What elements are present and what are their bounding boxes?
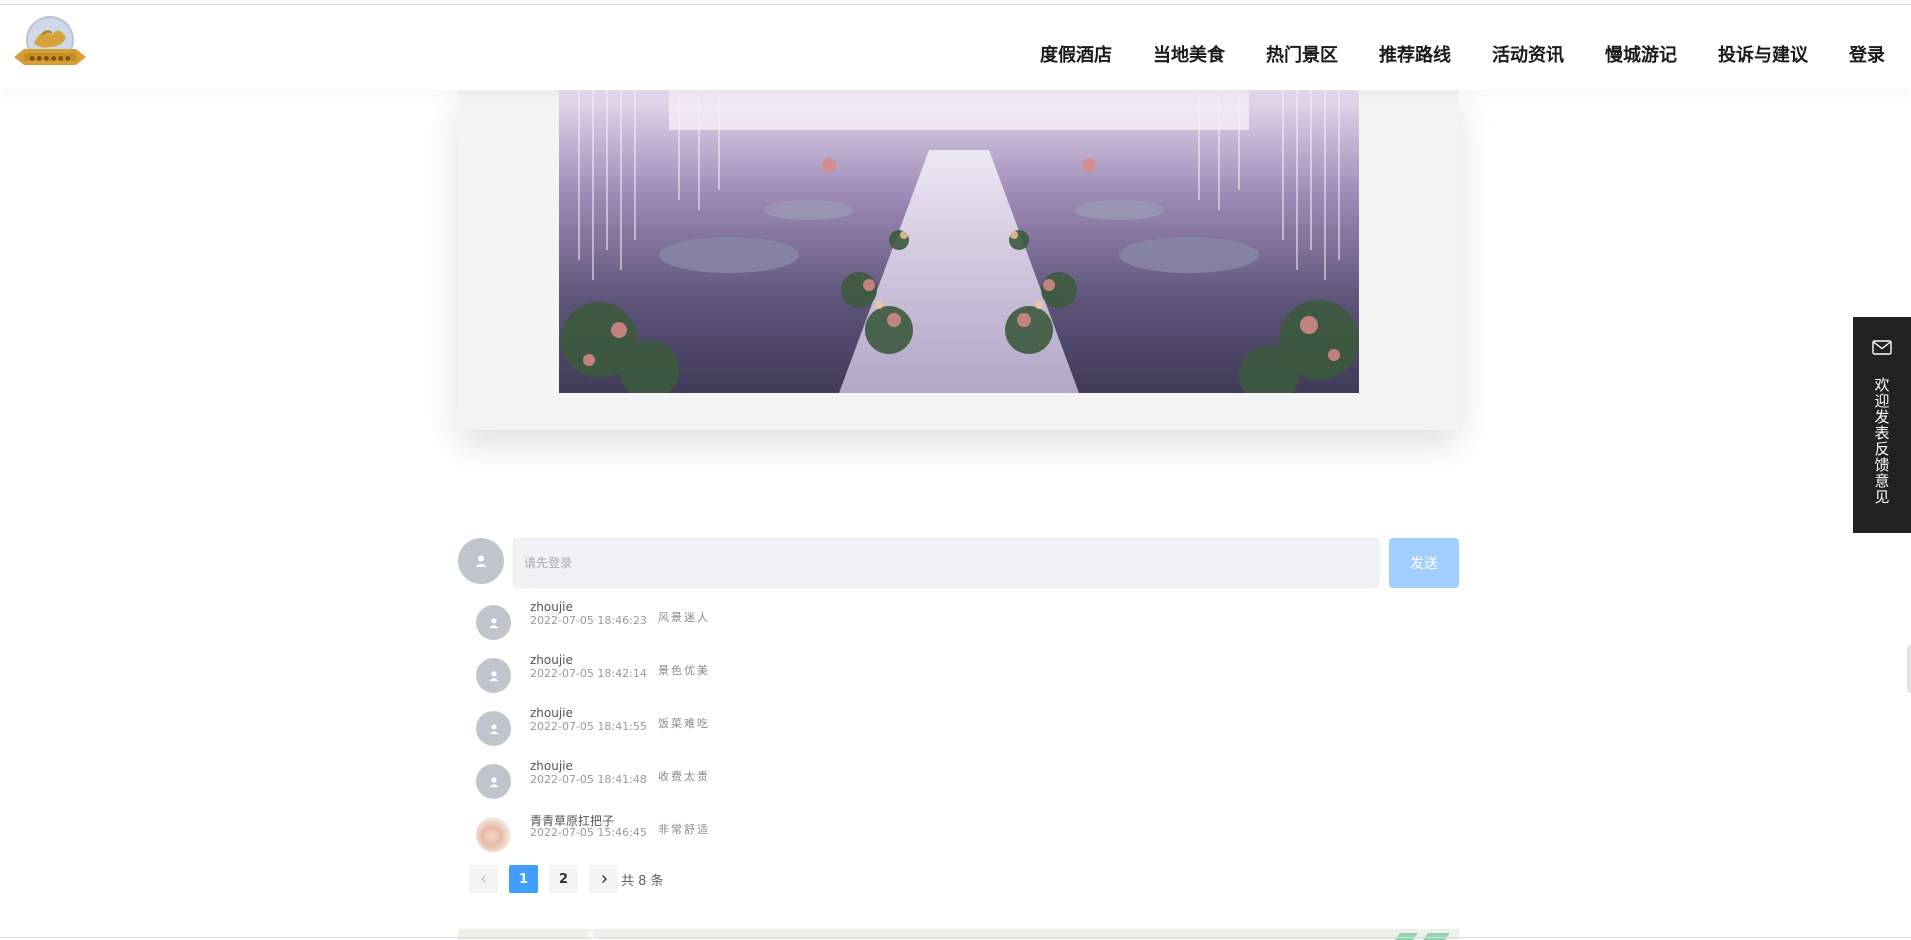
detail-card [458,90,1459,430]
avatar [476,764,511,799]
list-item: zhoujie 2022-07-05 18:42:14 景色优美 [476,653,1176,693]
comment-timestamp: 2022-07-05 18:46:23 [530,614,647,627]
page-1-button[interactable]: 1 [509,865,538,893]
nav-hotels[interactable]: 度假酒店 [1040,41,1112,67]
mail-icon [1872,340,1892,359]
comment-username: zhoujie [530,600,573,614]
list-item: zhoujie 2022-07-05 18:41:55 饭菜难吃 [476,706,1176,746]
comment-timestamp: 2022-07-05 18:41:48 [530,773,647,786]
nav-events[interactable]: 活动资讯 [1492,41,1564,67]
comment-text: 风景迷人 [658,611,710,624]
chevron-right-icon [601,875,607,883]
comment-timestamp: 2022-07-05 18:41:55 [530,720,647,733]
comment-username: zhoujie [530,759,573,773]
map-preview [458,929,1459,940]
comment-timestamp: 2022-07-05 15:46:45 [530,826,647,839]
user-icon [488,723,499,734]
avatar [476,817,511,852]
nav-food[interactable]: 当地美食 [1153,41,1225,67]
nav-feedback[interactable]: 投诉与建议 [1718,41,1808,67]
comment-text: 非常舒适 [658,823,710,836]
banquet-hall-photo [559,90,1359,393]
pagination: 1 2 共 8 条 [469,865,664,893]
chevron-left-icon [480,875,486,883]
comment-input[interactable] [513,538,1379,588]
footer-border [0,937,1911,938]
nav-routes[interactable]: 推荐路线 [1379,41,1451,67]
comment-text: 收费太贵 [658,770,710,783]
comment-composer: 发送 [458,537,1459,588]
nav-attractions[interactable]: 热门景区 [1266,41,1338,67]
user-icon [475,555,487,567]
next-page-button[interactable] [589,865,618,893]
list-item: 青青草原扛把子 2022-07-05 15:46:45 非常舒适 [476,812,1176,852]
comment-username: zhoujie [530,653,573,667]
user-icon [488,670,499,681]
side-tab-edge[interactable] [1907,645,1911,693]
nav-travelogues[interactable]: 慢城游记 [1605,41,1677,67]
user-icon [488,617,499,628]
page-2-button[interactable]: 2 [549,865,578,893]
avatar [476,658,511,693]
feedback-label: 欢迎发表反馈意见 [1872,377,1891,505]
avatar [476,711,511,746]
avatar [458,538,504,584]
comment-text: 饭菜难吃 [658,717,710,730]
send-button[interactable]: 发送 [1389,538,1459,588]
site-header: ● ● ● ● ● ● 度假酒店 当地美食 热门景区 推荐路线 活动资讯 慢城游… [0,5,1911,90]
list-item: zhoujie 2022-07-05 18:41:48 收费太贵 [476,759,1176,799]
main-nav: 度假酒店 当地美食 热门景区 推荐路线 活动资讯 慢城游记 投诉与建议 登录 [999,41,1885,67]
user-icon [488,776,499,787]
comment-timestamp: 2022-07-05 18:42:14 [530,667,647,680]
prev-page-button[interactable] [469,865,498,893]
comment-text: 景色优美 [658,664,710,677]
avatar [476,605,511,640]
feedback-side-button[interactable]: 欢迎发表反馈意见 [1853,317,1911,533]
total-count: 共 8 条 [621,873,664,889]
logo[interactable]: ● ● ● ● ● ● [12,13,88,71]
list-item: zhoujie 2022-07-05 18:46:23 风景迷人 [476,600,1176,640]
nav-login[interactable]: 登录 [1849,41,1885,67]
comment-username: zhoujie [530,706,573,720]
svg-text:● ● ● ● ● ●: ● ● ● ● ● ● [30,55,71,62]
